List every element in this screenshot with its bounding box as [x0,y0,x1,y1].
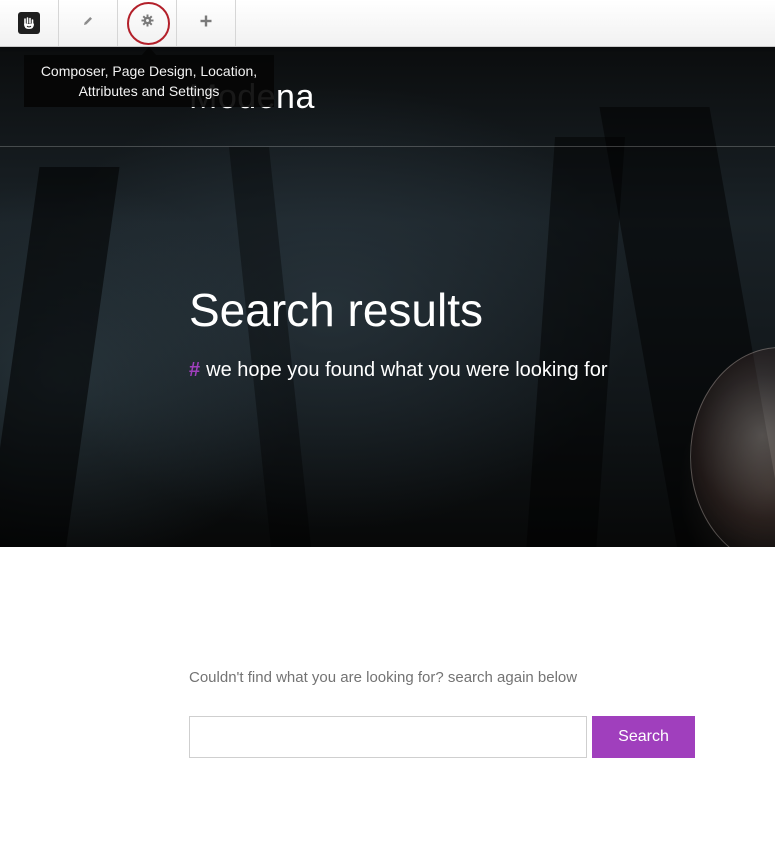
hero-banner: Modena Search results #we hope you found… [0,47,775,547]
hand-logo-icon [18,12,40,34]
add-content-button[interactable] [177,0,236,46]
concrete5-logo-button[interactable] [0,0,59,46]
plus-icon [200,14,212,32]
subtitle-text: we hope you found what you were looking … [206,359,608,381]
edit-toolbar [0,0,775,47]
header-divider [0,146,775,147]
background-shape [524,137,626,547]
background-shape [228,147,312,547]
edit-button[interactable] [59,0,118,46]
page-settings-button[interactable] [118,0,177,46]
page-title: Search results [189,284,484,336]
hash-mark: # [189,359,201,381]
search-input[interactable] [189,716,587,758]
tooltip-arrow [142,47,156,55]
background-shape [0,167,120,547]
page-subtitle: # we hope you found what you were looking… [189,359,608,382]
search-button[interactable]: Search [592,716,695,758]
settings-tooltip: Composer, Page Design, Location, Attribu… [24,55,274,107]
gear-icon [140,14,154,32]
pencil-icon [82,14,94,32]
search-again-message: Couldn't find what you are looking for? … [189,669,578,686]
